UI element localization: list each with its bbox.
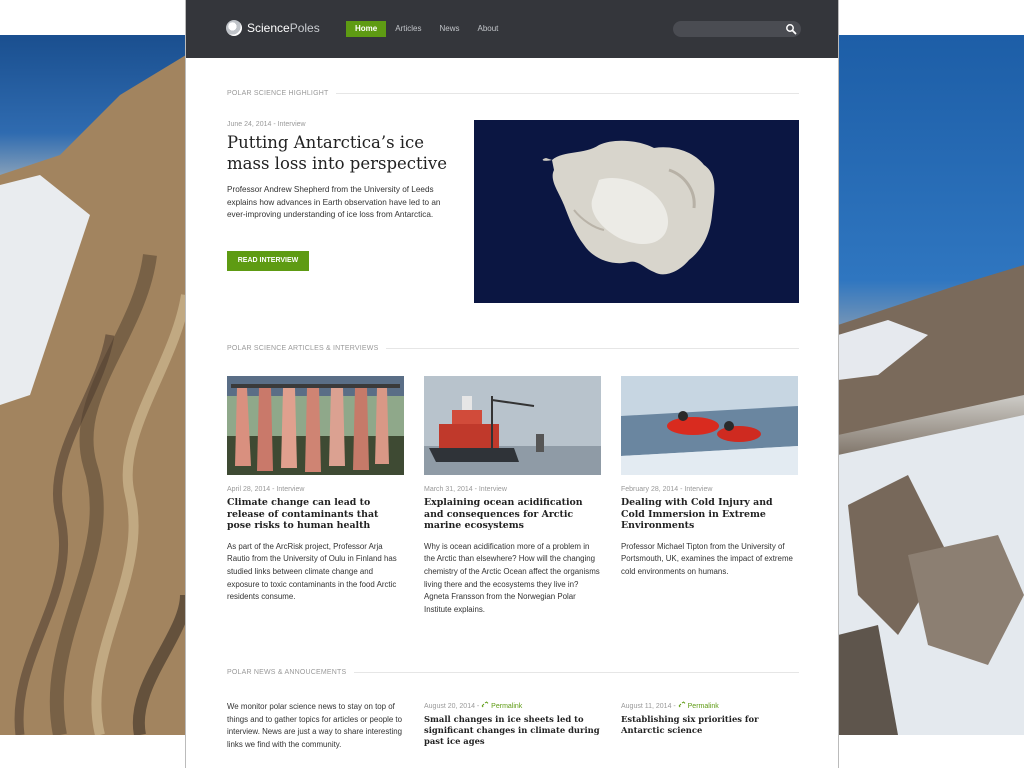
site-name-part1: Science: [247, 21, 290, 35]
main-nav: Home Articles News About: [346, 21, 507, 37]
nav-home[interactable]: Home: [346, 21, 387, 37]
article-summary: Why is ocean acidification more of a pro…: [424, 541, 600, 614]
article-card: April 28, 2014 - Interview Climate chang…: [227, 376, 405, 604]
permalink-link[interactable]: Permalink: [481, 701, 523, 710]
background-antarctic-photo-right: [838, 35, 1024, 735]
article-card: March 31, 2014 - Interview Explaining oc…: [424, 376, 602, 616]
article-title[interactable]: Dealing with Cold Injury and Cold Immers…: [621, 497, 799, 532]
main-content-card: SciencePoles Home Articles News About PO…: [185, 0, 839, 768]
search-input[interactable]: [673, 23, 783, 40]
news-section-label: POLAR NEWS & ANNOUCEMENTS: [227, 669, 347, 676]
highlight-section-label: POLAR SCIENCE HIGHLIGHT: [227, 90, 329, 97]
nav-articles[interactable]: Articles: [386, 21, 430, 37]
highlight-meta: June 24, 2014 - Interview: [227, 121, 306, 128]
news-item: August 20, 2014 - Permalink Small change…: [424, 701, 602, 746]
article-thumbnail-ship[interactable]: [424, 376, 601, 475]
site-name-part2: Poles: [289, 21, 320, 35]
article-summary: Professor Michael Tipton from the Univer…: [621, 541, 793, 576]
permalink-label: Permalink: [491, 703, 523, 710]
news-intro-text: We monitor polar science news to stay on…: [227, 702, 403, 749]
site-name: SciencePoles: [247, 21, 320, 35]
search-icon[interactable]: [785, 23, 797, 35]
highlight-title[interactable]: Putting Antarctica’s ice mass loss into …: [227, 132, 457, 174]
permalink-label: Permalink: [687, 703, 719, 710]
top-navigation-bar: SciencePoles Home Articles News About: [186, 0, 838, 58]
antarctica-satellite-image[interactable]: [474, 120, 799, 303]
article-thumbnail-ice-rescue[interactable]: [621, 376, 798, 475]
news-date: August 20, 2014 -: [424, 703, 482, 710]
site-logo[interactable]: SciencePoles: [226, 20, 320, 36]
highlight-summary: Professor Andrew Shepherd from the Unive…: [227, 185, 441, 220]
news-title[interactable]: Establishing six priorities for Antarcti…: [621, 714, 799, 736]
globe-logo-icon: [226, 20, 242, 36]
news-meta: August 11, 2014 - Permalink: [621, 701, 799, 710]
news-title[interactable]: Small changes in ice sheets led to signi…: [424, 714, 602, 746]
articles-section-title: POLAR SCIENCE ARTICLES & INTERVIEWS: [227, 345, 799, 352]
permalink-link[interactable]: Permalink: [678, 701, 719, 710]
read-interview-button[interactable]: READ INTERVIEW: [227, 251, 309, 271]
articles-section-label: POLAR SCIENCE ARTICLES & INTERVIEWS: [227, 345, 379, 352]
nav-about[interactable]: About: [468, 21, 507, 37]
article-card: February 28, 2014 - Interview Dealing wi…: [621, 376, 799, 579]
news-date: August 11, 2014 -: [621, 703, 678, 710]
link-icon: [678, 701, 686, 708]
article-title[interactable]: Explaining ocean acidification and conse…: [424, 497, 602, 532]
search-box: [673, 21, 801, 40]
highlight-section-title: POLAR SCIENCE HIGHLIGHT: [227, 90, 799, 97]
article-thumbnail-fish[interactable]: [227, 376, 404, 475]
article-summary: As part of the ArcRisk project, Professo…: [227, 541, 397, 602]
news-item: August 11, 2014 - Permalink Establishing…: [621, 701, 799, 736]
news-section-title: POLAR NEWS & ANNOUCEMENTS: [227, 669, 799, 676]
section-divider: [336, 93, 799, 94]
section-divider: [386, 348, 799, 349]
link-icon: [481, 701, 489, 708]
article-meta: February 28, 2014 - Interview: [621, 486, 713, 493]
article-meta: April 28, 2014 - Interview: [227, 486, 305, 493]
news-meta: August 20, 2014 - Permalink: [424, 701, 602, 710]
background-rock-photo-left: [0, 35, 186, 735]
section-divider: [354, 672, 799, 673]
nav-news[interactable]: News: [430, 21, 468, 37]
article-meta: March 31, 2014 - Interview: [424, 486, 507, 493]
article-title[interactable]: Climate change can lead to release of co…: [227, 497, 405, 532]
